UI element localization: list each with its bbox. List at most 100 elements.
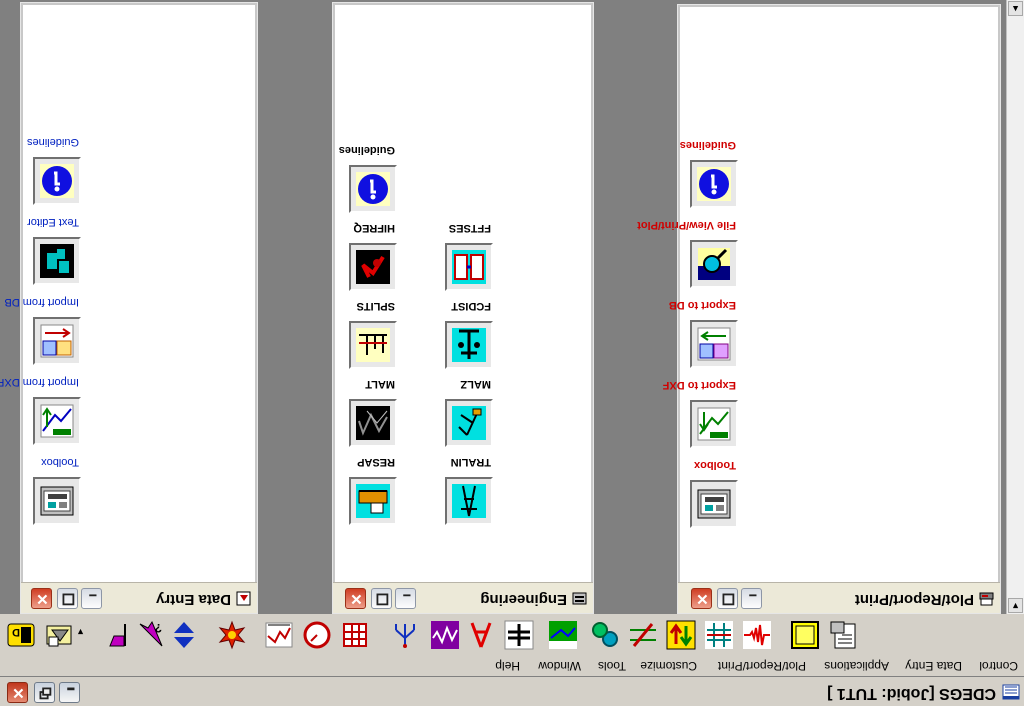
- minimize-icon: [403, 594, 411, 597]
- toolbox-icon-button[interactable]: [33, 477, 81, 525]
- crossing-lines-icon: [630, 623, 656, 647]
- file-view-icon-button[interactable]: [690, 240, 738, 288]
- export-db-icon: [697, 327, 731, 361]
- plot-window-close-button[interactable]: [691, 588, 712, 609]
- menu-data-entry[interactable]: Data Entry: [905, 659, 962, 673]
- import-dxf-icon-button[interactable]: [33, 397, 81, 445]
- tb-waveform-button[interactable]: [430, 620, 460, 650]
- tb-cable-button[interactable]: [504, 620, 534, 650]
- tb-grid-button[interactable]: [340, 620, 370, 650]
- fftses-icon: [452, 250, 486, 284]
- magnifier-icon: [698, 248, 730, 280]
- minimize-button[interactable]: [59, 682, 80, 703]
- engineering-window-title: Engineering: [480, 591, 567, 608]
- tb-arrows-button[interactable]: [666, 620, 696, 650]
- scroll-up-arrow-icon[interactable]: ▼: [1008, 598, 1023, 613]
- tb-burst-button[interactable]: [217, 620, 247, 650]
- eng-item-label: HIFREQ: [353, 222, 395, 234]
- tb-data-entry-button[interactable]: [44, 620, 74, 650]
- splits-icon: [356, 328, 390, 362]
- plot-window-minimize-button[interactable]: [741, 588, 762, 609]
- tralin-icon: [452, 484, 486, 518]
- info-icon: [697, 167, 731, 201]
- plot-report-print-window: Plot/Report/Print Toolbox Export to DXF: [637, 4, 1001, 614]
- svg-text:?: ?: [155, 621, 162, 635]
- restore-button[interactable]: [34, 682, 55, 703]
- splits-icon-button[interactable]: [349, 321, 397, 369]
- de-item-label: Import from DXF: [0, 376, 79, 388]
- up-down-arrows-icon: [174, 622, 194, 648]
- engineering-window-titlebar[interactable]: Engineering: [333, 582, 593, 613]
- menu-customize[interactable]: Customize: [640, 659, 697, 673]
- data-entry-window-titlebar[interactable]: Data Entry: [21, 582, 257, 613]
- fftses-icon-button[interactable]: [445, 243, 493, 291]
- toolbar: D ▼ ?: [0, 613, 1024, 655]
- cable-icon: [504, 620, 534, 650]
- tb-id-button[interactable]: D: [6, 620, 36, 650]
- menu-control[interactable]: Control: [979, 659, 1018, 673]
- menu-applications[interactable]: Applications: [824, 659, 889, 673]
- menu-help[interactable]: Help: [495, 659, 520, 673]
- plot-item-label: Export to DXF: [662, 379, 736, 391]
- tb-plot-button[interactable]: [264, 620, 294, 650]
- engineering-window-maximize-button[interactable]: [371, 588, 392, 609]
- frame-icon: [791, 621, 819, 649]
- export-dxf-icon-button[interactable]: [690, 400, 738, 448]
- report-icon: [830, 621, 856, 649]
- data-entry-icon: [46, 625, 72, 647]
- tb-circle-button[interactable]: [302, 620, 332, 650]
- toolbox-icon-button[interactable]: [690, 480, 738, 528]
- tb-network-button[interactable]: [390, 620, 420, 650]
- eng-item-label: MALT: [365, 378, 395, 390]
- close-icon: [37, 594, 48, 605]
- tb-pointer-button[interactable]: ?: [136, 620, 166, 650]
- tb-updown-button[interactable]: [169, 620, 199, 650]
- de-item-label: Import from DB: [4, 296, 79, 308]
- scroll-down-arrow-icon[interactable]: ▲: [1008, 1, 1023, 16]
- menu-plot-report-print[interactable]: Plot/Report/Print: [718, 659, 806, 673]
- tb-matrix-button[interactable]: [704, 620, 734, 650]
- plot-window-maximize-button[interactable]: [717, 588, 738, 609]
- malt-icon-button[interactable]: [349, 399, 397, 447]
- menu-tools[interactable]: Tools: [598, 659, 626, 673]
- data-entry-window-minimize-button[interactable]: [81, 588, 102, 609]
- text-editor-icon-button[interactable]: [33, 237, 81, 285]
- tb-flag-button[interactable]: [102, 620, 132, 650]
- close-button[interactable]: [7, 682, 28, 703]
- tb-frame-button[interactable]: [790, 620, 820, 650]
- eng-item-label: MALZ: [460, 378, 491, 390]
- tb-gears-button[interactable]: [590, 620, 620, 650]
- tralin-icon-button[interactable]: [445, 477, 493, 525]
- tb-report-button[interactable]: [828, 620, 858, 650]
- data-entry-window-close-button[interactable]: [31, 588, 52, 609]
- resap-icon-button[interactable]: [349, 477, 397, 525]
- malz-icon-button[interactable]: [445, 399, 493, 447]
- import-db-icon-button[interactable]: [33, 317, 81, 365]
- de-item-label: Guidelines: [27, 136, 79, 148]
- guidelines-icon-button[interactable]: [349, 165, 397, 213]
- eng-item-label: RESAP: [357, 456, 395, 468]
- app-icon: [1002, 684, 1020, 700]
- export-db-icon-button[interactable]: [690, 320, 738, 368]
- chevron-down-icon[interactable]: ▼: [76, 627, 85, 637]
- close-icon: [13, 688, 24, 699]
- tb-ersur-button[interactable]: [548, 620, 578, 650]
- engineering-window-minimize-button[interactable]: [395, 588, 416, 609]
- hifreq-icon-button[interactable]: [349, 243, 397, 291]
- data-entry-window-maximize-button[interactable]: [57, 588, 78, 609]
- fcdist-icon-button[interactable]: [445, 321, 493, 369]
- vertical-scrollbar[interactable]: ▼ ▲: [1006, 0, 1024, 614]
- engineering-window-close-button[interactable]: [345, 588, 366, 609]
- menu-window[interactable]: Window: [538, 659, 581, 673]
- tb-tower-button[interactable]: [466, 620, 496, 650]
- guidelines-icon-button[interactable]: [33, 157, 81, 205]
- plot-window-title: Plot/Report/Print: [854, 591, 974, 608]
- tb-signal-button[interactable]: [742, 620, 772, 650]
- tb-lines-button[interactable]: [628, 620, 658, 650]
- resap-icon: [356, 484, 390, 518]
- guidelines-icon-button[interactable]: [690, 160, 738, 208]
- toolbox-icon: [40, 486, 74, 516]
- plot-window-titlebar[interactable]: Plot/Report/Print: [678, 582, 1000, 613]
- close-icon: [697, 594, 708, 605]
- eng-item-label: FCDIST: [451, 300, 491, 312]
